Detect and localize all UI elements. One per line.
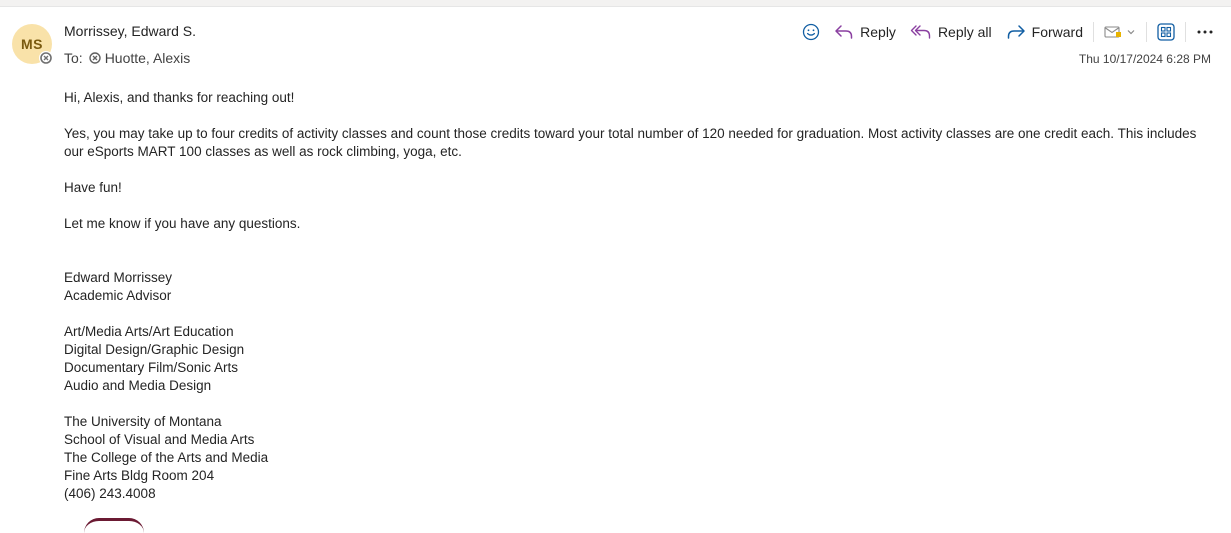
envelope-apps-icon xyxy=(1104,26,1121,38)
reply-button[interactable]: Reply xyxy=(827,18,903,46)
signature-address-line: School of Visual and Media Arts xyxy=(64,432,255,447)
to-label: To: xyxy=(64,50,83,66)
message-timestamp: Thu 10/17/2024 6:28 PM xyxy=(1078,52,1211,66)
message-paragraph: Let me know if you have any questions. xyxy=(64,216,301,231)
message-body: Hi, Alexis, and thanks for reaching out!… xyxy=(64,89,1204,503)
emoji-reaction-button[interactable] xyxy=(795,18,827,46)
immersive-reader-button[interactable] xyxy=(1150,18,1182,46)
signature-phone[interactable]: (406) 243.4008 xyxy=(64,485,1204,503)
signature-address-line: The College of the Arts and Media xyxy=(64,450,269,465)
message-paragraph: Have fun! xyxy=(64,180,122,195)
reply-all-button[interactable]: Reply all xyxy=(903,18,999,46)
signature-address-line: The University of Montana xyxy=(64,414,222,429)
more-actions-button[interactable] xyxy=(1189,18,1221,46)
signature-program: Art/Media Arts/Art Education xyxy=(64,324,234,339)
signature-program: Digital Design/Graphic Design xyxy=(64,342,245,357)
sender-name[interactable]: Morrissey, Edward S. xyxy=(64,23,196,39)
presence-unknown-icon xyxy=(39,51,53,65)
message-greeting: Hi, Alexis, and thanks for reaching out! xyxy=(64,90,295,105)
grid-view-icon xyxy=(1157,23,1175,41)
signature-program: Audio and Media Design xyxy=(64,378,212,393)
more-dots-icon xyxy=(1197,30,1213,34)
sender-initials: MS xyxy=(21,36,43,52)
signature-name: Edward Morrissey xyxy=(64,270,173,285)
forward-label: Forward xyxy=(1031,24,1083,40)
message-toolbar: Reply Reply all Forward xyxy=(795,18,1221,46)
chevron-down-icon xyxy=(1127,30,1135,35)
reply-all-arrow-icon xyxy=(910,25,931,39)
reading-pane-top-border xyxy=(0,0,1231,7)
toolbar-divider xyxy=(1093,22,1094,42)
toolbar-divider xyxy=(1146,22,1147,42)
recipient-presence-icon xyxy=(88,52,101,64)
smiley-icon xyxy=(802,23,820,41)
signature-address-line: Fine Arts Bldg Room 204 xyxy=(64,468,215,483)
toolbar-divider xyxy=(1185,22,1186,42)
forward-arrow-icon xyxy=(1007,25,1025,39)
apps-dropdown-button[interactable] xyxy=(1097,18,1143,46)
reply-label: Reply xyxy=(860,24,896,40)
forward-button[interactable]: Forward xyxy=(999,18,1090,46)
signature-logo-image xyxy=(84,518,144,533)
reply-all-label: Reply all xyxy=(937,24,992,40)
recipient-name[interactable]: Huotte, Alexis xyxy=(105,50,191,66)
recipients-row: To: Huotte, Alexis xyxy=(64,50,190,66)
reply-arrow-icon xyxy=(835,25,853,39)
signature-title: Academic Advisor xyxy=(64,288,172,303)
signature-program: Documentary Film/Sonic Arts xyxy=(64,360,239,375)
message-paragraph: Yes, you may take up to four credits of … xyxy=(64,126,1197,159)
